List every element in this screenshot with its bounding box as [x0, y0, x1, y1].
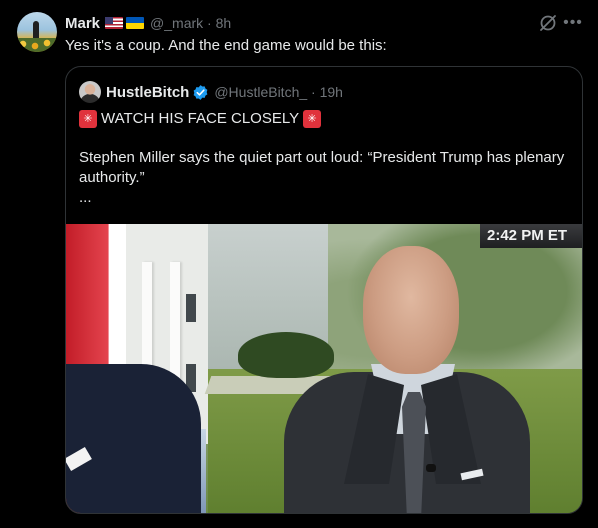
quoted-handle-time[interactable]: @HustleBitch_ · 19h — [214, 84, 343, 100]
quoted-video[interactable]: 2:42 PM ET — [66, 224, 582, 513]
video-lapel-mic — [426, 464, 436, 472]
author-handle-time[interactable]: @_mark · 8h — [150, 15, 231, 31]
tweet-text: Yes it's a coup. And the end game would … — [65, 37, 387, 54]
quoted-headline-line: WATCH HIS FACE CLOSELY — [79, 109, 322, 129]
video-host-shoulder — [66, 364, 201, 513]
police-light-icon — [303, 110, 322, 128]
police-light-icon — [79, 110, 97, 128]
verified-badge-icon — [193, 84, 208, 100]
tweet[interactable]: Mark @_mark · 8h ••• Yes it's a coup. An… — [0, 0, 598, 528]
author-avatar[interactable] — [17, 12, 57, 52]
us-flag-icon — [105, 17, 124, 29]
quoted-headline: WATCH HIS FACE CLOSELY — [101, 110, 300, 127]
quoted-author-name[interactable]: HustleBitch — [106, 84, 189, 101]
quoted-body: Stephen Miller says the quiet part out l… — [79, 149, 565, 186]
more-icon[interactable]: ••• — [563, 13, 583, 33]
video-bush — [238, 332, 334, 378]
quoted-header: HustleBitch @HustleBitch_ · 19h — [79, 81, 343, 103]
quoted-show-more[interactable]: ... — [79, 188, 92, 208]
avatar-flowers — [17, 38, 57, 52]
video-timestamp: 2:42 PM ET — [480, 224, 582, 248]
video-window — [186, 294, 196, 322]
quoted-avatar[interactable] — [79, 81, 101, 103]
quoted-tweet[interactable]: HustleBitch @HustleBitch_ · 19h WATCH HI… — [65, 66, 583, 514]
author-name[interactable]: Mark — [65, 15, 100, 32]
tweet-header: Mark @_mark · 8h — [65, 14, 231, 32]
video-speaker-head — [363, 246, 459, 374]
ukraine-flag-icon — [126, 17, 145, 29]
grok-icon[interactable] — [538, 13, 558, 33]
